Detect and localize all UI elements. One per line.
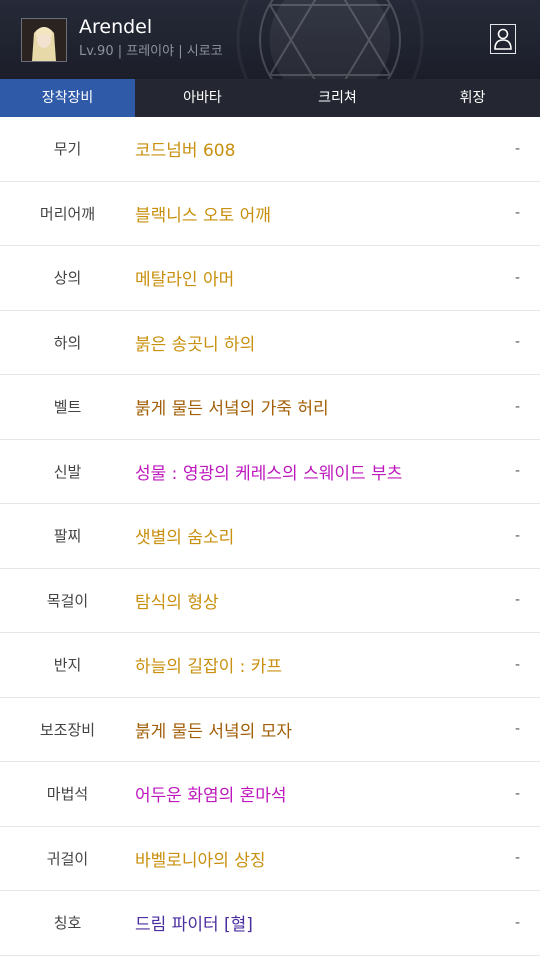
person-icon [494, 28, 512, 50]
item-name[interactable]: 탐식의 형상 [135, 569, 219, 633]
item-name[interactable]: 하늘의 길잡이 : 카프 [135, 633, 282, 697]
tab-emblem[interactable]: 휘장 [405, 79, 540, 117]
equipment-row[interactable]: 칭호 드림 파이터 [혈] - [0, 891, 540, 956]
item-value: - [514, 269, 520, 286]
equipment-list: 무기 코드넘버 608 - 머리어깨 블랙니스 오토 어깨 - 상의 메탈라인 … [0, 117, 540, 956]
equipment-row[interactable]: 상의 메탈라인 아머 - [0, 246, 540, 311]
item-value: - [514, 592, 520, 609]
slot-label: 목걸이 [46, 591, 89, 610]
tab-creature[interactable]: 크리쳐 [270, 79, 405, 117]
equipment-row[interactable]: 팔찌 샛별의 숨소리 - [0, 504, 540, 569]
equipment-row[interactable]: 머리어깨 블랙니스 오토 어깨 - [0, 182, 540, 246]
slot-label: 팔찌 [53, 527, 82, 546]
slot-label: 무기 [53, 140, 82, 159]
item-value: - [514, 656, 520, 673]
slot-label: 머리어깨 [39, 204, 96, 223]
item-name[interactable]: 샛별의 숨소리 [135, 504, 234, 568]
equipment-row[interactable]: 보조장비 붉게 물든 서녘의 모자 - [0, 698, 540, 762]
tab-avatar[interactable]: 아바타 [135, 79, 270, 117]
item-name[interactable]: 바벨로니아의 상징 [135, 827, 266, 891]
slot-label: 반지 [53, 656, 82, 675]
equipment-row[interactable]: 무기 코드넘버 608 - [0, 117, 540, 182]
character-header: Arendel Lv.90 | 프레이야 | 시로코 [0, 0, 540, 79]
item-value: - [514, 785, 520, 802]
equipment-row[interactable]: 귀걸이 바벨로니아의 상징 - [0, 827, 540, 891]
equipment-row[interactable]: 반지 하늘의 길잡이 : 카프 - [0, 633, 540, 698]
emblem-background-icon [259, 0, 401, 79]
item-value: - [514, 334, 520, 351]
item-value: - [514, 721, 520, 738]
profile-button[interactable] [490, 24, 516, 54]
equipment-row[interactable]: 신발 성물 : 영광의 케레스의 스웨이드 부츠 - [0, 440, 540, 504]
item-name[interactable]: 성물 : 영광의 케레스의 스웨이드 부츠 [135, 440, 402, 504]
tab-equipment[interactable]: 장착장비 [0, 79, 135, 117]
item-value: - [514, 850, 520, 867]
item-name[interactable]: 메탈라인 아머 [135, 246, 234, 310]
equipment-row[interactable]: 목걸이 탐식의 형상 - [0, 569, 540, 633]
item-value: - [514, 914, 520, 931]
equipment-row[interactable]: 마법석 어두운 화염의 혼마석 - [0, 762, 540, 827]
equipment-row[interactable]: 벨트 붉게 물든 서녘의 가죽 허리 - [0, 375, 540, 440]
slot-label: 벨트 [53, 398, 82, 417]
item-name[interactable]: 어두운 화염의 혼마석 [135, 762, 287, 826]
item-name[interactable]: 코드넘버 608 [135, 117, 235, 181]
slot-label: 귀걸이 [46, 849, 89, 868]
character-info: Lv.90 | 프레이야 | 시로코 [79, 44, 223, 59]
tab-bar: 장착장비 아바타 크리쳐 휘장 [0, 79, 540, 117]
slot-label: 칭호 [53, 914, 82, 933]
item-value: - [514, 140, 520, 157]
slot-label: 신발 [53, 462, 82, 481]
item-value: - [514, 463, 520, 480]
item-value: - [514, 527, 520, 544]
slot-label: 상의 [53, 269, 82, 288]
item-name[interactable]: 붉게 물든 서녘의 가죽 허리 [135, 375, 329, 439]
avatar[interactable] [21, 18, 67, 62]
item-name[interactable]: 붉은 송곳니 하의 [135, 311, 255, 375]
slot-label: 하의 [53, 333, 82, 352]
item-name[interactable]: 붉게 물든 서녘의 모자 [135, 698, 292, 762]
item-name[interactable]: 드림 파이터 [혈] [135, 891, 253, 955]
item-value: - [514, 205, 520, 222]
slot-label: 보조장비 [39, 720, 96, 739]
item-name[interactable]: 블랙니스 오토 어깨 [135, 182, 271, 246]
equipment-row[interactable]: 하의 붉은 송곳니 하의 - [0, 311, 540, 375]
item-value: - [514, 398, 520, 415]
slot-label: 마법석 [46, 785, 89, 804]
character-name: Arendel [79, 16, 153, 38]
